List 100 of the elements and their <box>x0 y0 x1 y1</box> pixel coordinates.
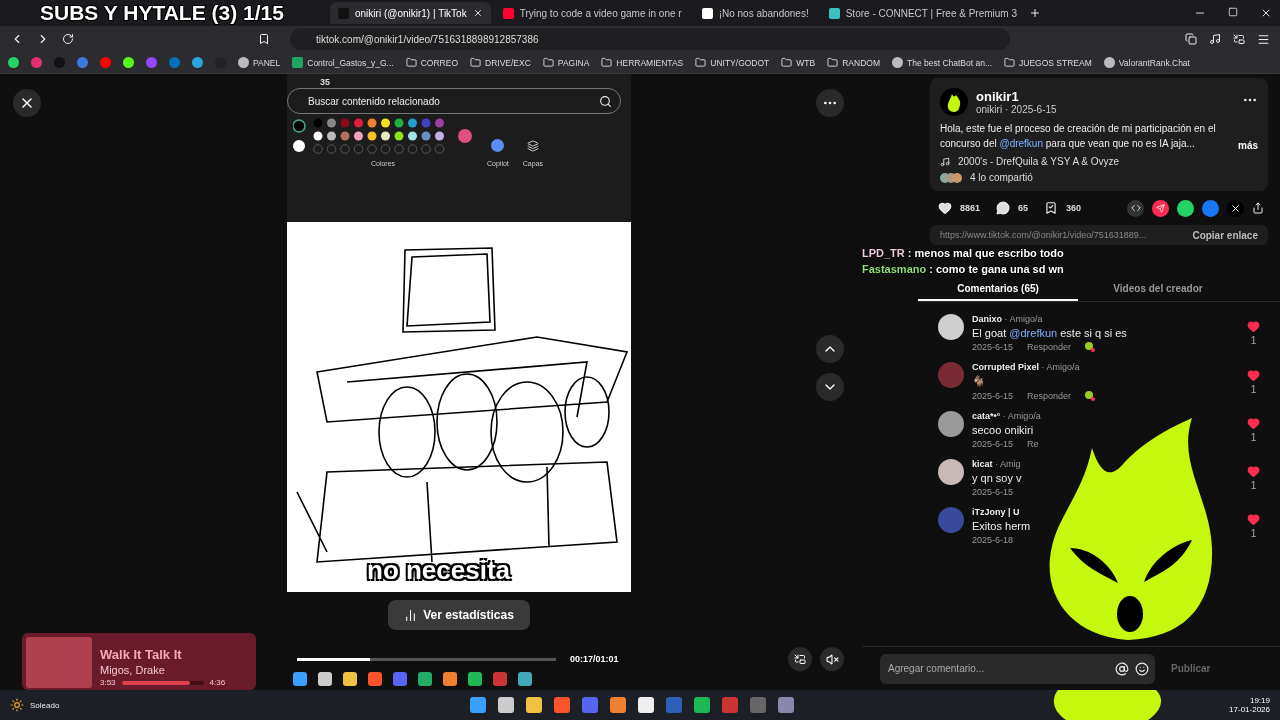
shared-count: 4 lo compartió <box>970 172 1033 183</box>
site-icon <box>828 7 840 19</box>
address-field[interactable]: tiktok.com/@onikir1/video/7516318898912857386 <box>290 28 1010 50</box>
send-icon[interactable] <box>1152 199 1169 217</box>
code-icon <box>1130 203 1141 213</box>
copy-link-button[interactable]: Copiar enlace <box>1192 229 1258 241</box>
folder-icon <box>405 57 417 68</box>
bookmark-item[interactable]: JUEGOS STREAM <box>1004 57 1092 68</box>
bookmark-item[interactable]: UNITY/GODOT <box>695 57 770 68</box>
close-tab-icon[interactable] <box>472 8 483 18</box>
sheet-icon <box>292 57 304 68</box>
folder-icon <box>601 57 613 68</box>
bookmark-item[interactable]: HERRAMIENTAS <box>601 57 684 68</box>
bookmark-item[interactable]: CORREO <box>405 57 459 68</box>
panel-tab[interactable]: Videos del creador <box>1078 277 1238 301</box>
folder-icon <box>695 57 707 68</box>
more-link[interactable]: más <box>1238 140 1258 151</box>
stream-chat-message: LPD_TR : menos mal que escribo todo <box>862 246 1065 261</box>
folder-icon <box>827 57 839 68</box>
like-count: 1 <box>1250 383 1257 395</box>
clock-time: 19:19 <box>1249 696 1270 705</box>
site-icon <box>701 7 713 19</box>
weather-label: Soleado <box>30 700 60 710</box>
comment-author[interactable]: cata*•° · Amigo/a <box>972 411 1041 421</box>
muted-speaker-icon <box>825 652 839 666</box>
mention-link[interactable]: @drefkun <box>999 138 1043 149</box>
browser-tab[interactable]: Store - CONNECT | Free & Premium 3 <box>820 2 1026 24</box>
folder-icon <box>1004 57 1016 68</box>
video-time: 00:17/01:01 <box>570 654 619 664</box>
post-description: Hola, este fue el proceso de creación de mi participación en el concurso del @drefkun para que vean que no es IA jaja... <box>940 122 1217 151</box>
author-name[interactable]: onikir1 <box>976 89 1057 104</box>
new-tab-icon[interactable] <box>1029 7 1042 19</box>
like-count: 1 <box>1250 528 1257 539</box>
stream-overlay-title: SUBS Y HYTALE (3) 1/15 <box>39 1 285 25</box>
comment-author[interactable]: Danixo · Amigo/a <box>972 314 1043 324</box>
bookmark-item[interactable]: RANDOM <box>827 57 880 68</box>
mini-player-button[interactable] <box>788 647 812 671</box>
reload-icon[interactable] <box>62 33 74 45</box>
clock-date: 17-01-2026 <box>1229 705 1270 714</box>
reply-link[interactable]: Responder <box>1027 342 1072 352</box>
mute-button[interactable] <box>820 647 844 671</box>
close-icon[interactable] <box>1260 7 1272 19</box>
more-button[interactable] <box>816 89 844 117</box>
comment-date: 2025-6-18 <box>972 535 1014 545</box>
reply-link[interactable]: Re <box>1027 439 1039 449</box>
next-video-button[interactable] <box>816 373 844 401</box>
browser-tab[interactable]: ¡No nos abandones! <box>693 2 817 24</box>
bookmark-icon[interactable] <box>258 33 270 45</box>
menu-icon[interactable] <box>1257 32 1270 46</box>
like-count: 1 <box>1250 480 1257 491</box>
comment-date: 2025-6-15 <box>972 342 1014 352</box>
author-meta: onikiri · 2025-6-15 <box>976 104 1057 115</box>
save-count: 360 <box>1066 203 1082 213</box>
mention-link[interactable]: @drefkun <box>1009 327 1058 339</box>
user-avatar[interactable] <box>938 314 964 340</box>
video-caption: no necesita <box>367 555 511 586</box>
bookmark-icon[interactable] <box>123 57 134 68</box>
mini-player-icon <box>794 653 806 665</box>
video-progress-track[interactable] <box>297 657 556 661</box>
comment-author[interactable]: Corrupted Pixel · Amigo/a <box>972 362 1080 372</box>
music-icon[interactable] <box>1209 33 1221 45</box>
comment-icon[interactable] <box>996 201 1011 215</box>
layers-icon[interactable] <box>526 140 539 152</box>
browser-tab[interactable]: Trying to code a video game in one r <box>494 2 690 24</box>
browser-tab[interactable]: onikiri (@onikir1) | TikTok <box>330 2 491 24</box>
bookmark-item[interactable]: PANEL <box>238 57 281 68</box>
comment-text: El goat @drefkun este si q si es <box>972 327 1127 339</box>
comment-text: Exitos herm <box>972 520 1031 532</box>
maximize-icon[interactable] <box>1228 7 1238 19</box>
close-button[interactable] <box>13 89 41 117</box>
bookmark-item[interactable]: WTB <box>781 57 816 68</box>
comment-author[interactable]: kicat · Amig <box>972 459 1021 469</box>
site-icon <box>502 7 514 19</box>
search-icon[interactable] <box>599 94 612 108</box>
bookmark-item[interactable]: Control_Gastos_y_G... <box>292 57 394 68</box>
comment-author[interactable]: iTzJony | U <box>972 507 1020 517</box>
panel-tab[interactable]: Comentarios (65) <box>918 277 1078 301</box>
embed-icon[interactable] <box>1127 199 1144 217</box>
stats-button[interactable]: Ver estadísticas <box>388 600 530 630</box>
x-icon[interactable] <box>1227 199 1244 217</box>
previous-video-button[interactable] <box>816 335 844 363</box>
stream-chat-message: Fastasmano : como te gana una sd wn <box>862 262 1065 277</box>
bookmark-icon[interactable] <box>1044 201 1059 215</box>
music-title[interactable]: 2000's - DrefQuila & YSY A & Ovyze <box>958 156 1120 167</box>
bookmark-item[interactable]: PAGINA <box>542 57 590 68</box>
emoji-icon[interactable] <box>1135 661 1149 676</box>
elapsed-time: 3:53 <box>100 678 116 687</box>
bookmark-item[interactable]: The best ChatBot an... <box>891 57 993 68</box>
share-icon[interactable] <box>1252 202 1264 214</box>
bookmark-item[interactable]: DRIVE/EXC <box>470 57 531 68</box>
user-avatar[interactable] <box>938 459 964 485</box>
mention-icon[interactable] <box>1115 661 1129 676</box>
folder-icon <box>470 57 482 68</box>
user-avatar[interactable] <box>938 411 964 437</box>
comment-date: 2025-6-15 <box>972 487 1014 497</box>
send-glyph-icon <box>1156 203 1165 213</box>
bookmark-item[interactable]: ValorantRank.Chat <box>1103 57 1190 68</box>
bookmark-icon[interactable] <box>8 57 19 68</box>
avatar-icon[interactable] <box>940 88 968 116</box>
reply-link[interactable]: Responder <box>1027 391 1072 401</box>
